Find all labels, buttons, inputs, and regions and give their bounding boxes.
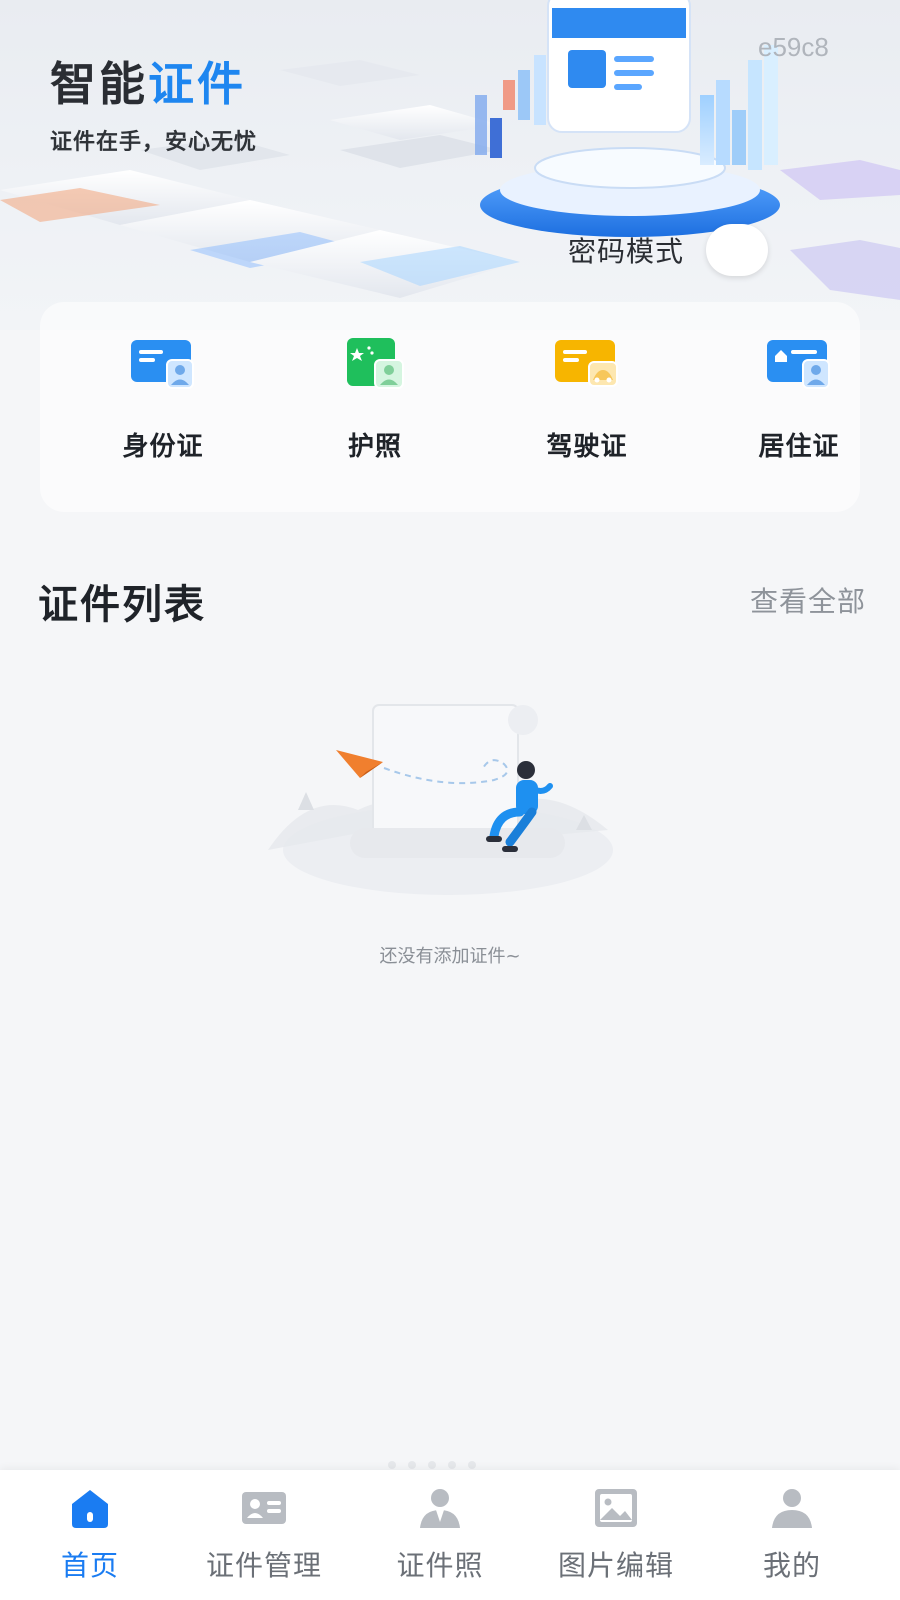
home-icon	[72, 1490, 108, 1528]
code-label: e59c8	[758, 32, 829, 62]
tab-label: 证件管理	[205, 1549, 322, 1582]
user-icon	[772, 1489, 812, 1528]
driver-license-icon	[555, 340, 618, 387]
empty-state-text: 还没有添加证件~	[379, 946, 521, 967]
tab-mine[interactable]: 我的	[702, 1484, 882, 1594]
app-title-accent: 证件	[148, 57, 246, 111]
quick-item-passport[interactable]: 护照	[300, 332, 450, 482]
quick-item-driver-license[interactable]: 驾驶证	[512, 332, 662, 482]
document-type-card: 身份证 护照 驾驶证 居住证	[40, 302, 860, 512]
quick-item-label: 护照	[347, 432, 402, 462]
tab-id-management[interactable]: 证件管理	[174, 1484, 354, 1594]
page-indicator	[388, 1461, 476, 1469]
tab-id-photo[interactable]: 证件照	[350, 1484, 530, 1594]
password-mode-row: 密码模式	[568, 222, 769, 278]
id-card-icon	[131, 340, 194, 389]
residence-permit-icon	[767, 340, 830, 389]
tab-label: 图片编辑	[557, 1549, 674, 1582]
image-edit-icon	[595, 1489, 637, 1527]
bottom-tab-bar: 首页 证件管理 证件照 图片编辑 我的	[0, 1470, 900, 1600]
tab-image-edit[interactable]: 图片编辑	[526, 1484, 706, 1594]
section-title: 证件列表	[38, 582, 206, 628]
view-all-link[interactable]: 查看全部	[750, 580, 866, 620]
password-mode-toggle[interactable]	[706, 224, 769, 276]
quick-item-label: 身份证	[122, 432, 204, 462]
id-manage-icon	[242, 1492, 286, 1524]
tab-home[interactable]: 首页	[0, 1484, 180, 1594]
quick-item-residence-permit[interactable]: 居住证	[724, 332, 874, 482]
id-photo-icon	[420, 1489, 460, 1528]
app-title-primary: 智能	[50, 57, 148, 111]
tab-label: 证件照	[396, 1549, 484, 1582]
tab-label: 我的	[762, 1549, 821, 1582]
quick-item-label: 驾驶证	[546, 432, 628, 462]
quick-item-id-card[interactable]: 身份证	[88, 332, 238, 482]
passport-icon	[347, 338, 404, 389]
empty-state-illustration	[268, 704, 613, 895]
app-subtitle: 证件在手，安心无忧	[50, 130, 258, 155]
tab-label: 首页	[60, 1549, 119, 1582]
hero-banner: 智能证件 证件在手，安心无忧 e59c8 密码模式	[0, 0, 900, 330]
quick-item-label: 居住证	[758, 432, 840, 462]
app-title: 智能证件	[50, 56, 246, 112]
password-mode-label: 密码模式	[568, 235, 685, 268]
